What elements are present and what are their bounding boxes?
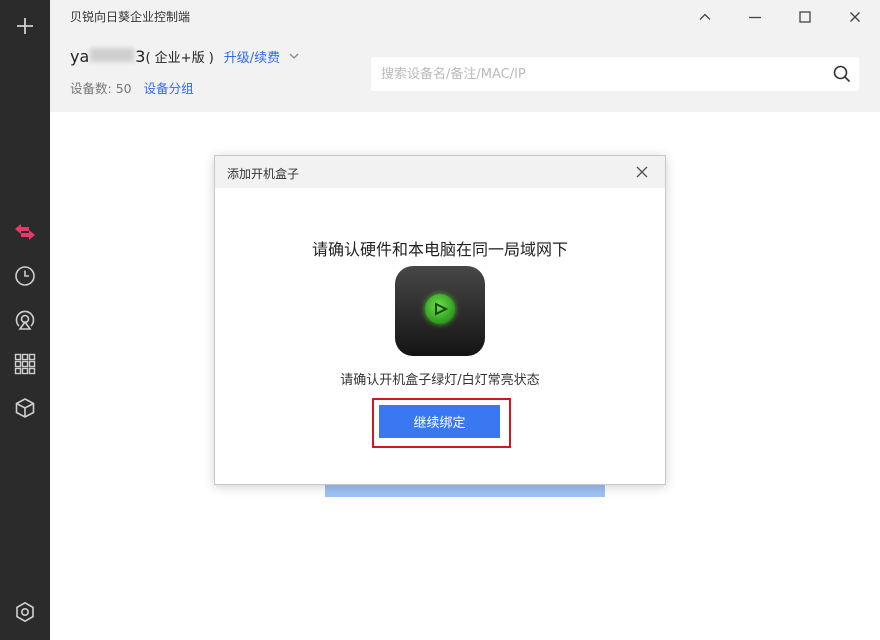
broadcast-icon[interactable] bbox=[11, 306, 39, 334]
device-count: 50 bbox=[115, 81, 132, 96]
status-led bbox=[425, 294, 455, 324]
search-icon[interactable] bbox=[833, 65, 851, 83]
account-row: ya 3 ( 企业+版 ) 升级/续费 bbox=[70, 47, 300, 66]
minimize-icon[interactable] bbox=[742, 4, 768, 30]
device-info: 设备数: 50 设备分组 bbox=[70, 78, 194, 97]
sidebar bbox=[0, 0, 50, 640]
account-name-start: ya bbox=[70, 47, 90, 66]
cube-icon[interactable] bbox=[11, 394, 39, 422]
collapse-chevron-icon[interactable] bbox=[692, 4, 718, 30]
history-clock-icon[interactable] bbox=[11, 262, 39, 290]
search-input[interactable] bbox=[371, 57, 811, 91]
header: 贝锐向日葵企业控制端 ya 3 ( 企业+版 ) 升级/续费 设备数: 50 设… bbox=[50, 0, 880, 112]
account-name-end: 3 bbox=[135, 47, 146, 66]
close-icon[interactable] bbox=[842, 4, 868, 30]
boot-box-device-image bbox=[395, 266, 485, 356]
maximize-icon[interactable] bbox=[792, 4, 818, 30]
upgrade-link[interactable]: 升级/续费 bbox=[224, 47, 280, 66]
dialog-close-icon[interactable] bbox=[633, 163, 651, 181]
account-name-redacted bbox=[90, 48, 135, 62]
apps-grid-icon[interactable] bbox=[11, 350, 39, 378]
app-title: 贝锐向日葵企业控制端 bbox=[70, 10, 191, 24]
dialog-subtext: 请确认开机盒子绿灯/白灯常亮状态 bbox=[340, 373, 540, 388]
continue-bind-button[interactable]: 继续绑定 bbox=[379, 405, 500, 438]
dialog-header: 添加开机盒子 bbox=[215, 156, 665, 188]
add-icon[interactable] bbox=[11, 12, 39, 40]
chevron-down-icon[interactable] bbox=[288, 47, 300, 66]
remote-arrows-icon[interactable] bbox=[11, 218, 39, 246]
account-edition: ( 企业+版 ) bbox=[145, 51, 214, 66]
dialog-title: 添加开机盒子 bbox=[227, 167, 300, 181]
device-count-label: 设备数: bbox=[70, 81, 112, 96]
add-boot-box-dialog: 添加开机盒子 请确认硬件和本电脑在同一局域网下 请确认开机盒子绿灯/白灯常亮状态… bbox=[214, 155, 666, 485]
search-box bbox=[371, 57, 859, 91]
dialog-heading: 请确认硬件和本电脑在同一局域网下 bbox=[311, 240, 568, 259]
device-group-link[interactable]: 设备分组 bbox=[144, 81, 194, 96]
settings-hex-icon[interactable] bbox=[11, 598, 39, 626]
